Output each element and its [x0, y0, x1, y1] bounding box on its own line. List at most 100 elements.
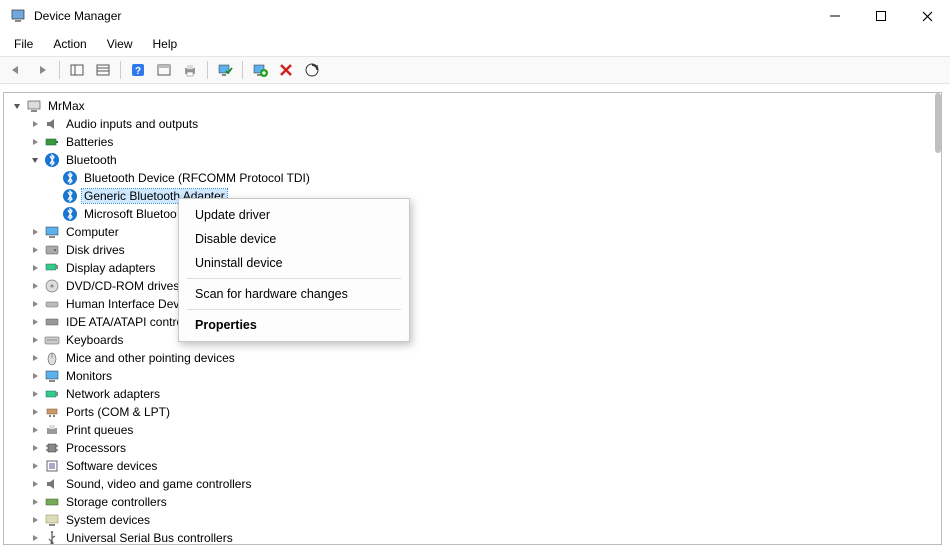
tree-node-mice[interactable]: Mice and other pointing devices [10, 349, 941, 367]
tree-label: Audio inputs and outputs [64, 117, 200, 131]
tree-node-ports[interactable]: Ports (COM & LPT) [10, 403, 941, 421]
chevron-right-icon[interactable] [28, 117, 42, 131]
delete-icon[interactable] [274, 59, 298, 81]
back-arrow-icon[interactable] [4, 59, 28, 81]
tree-node-sound[interactable]: Sound, video and game controllers [10, 475, 941, 493]
chevron-right-icon[interactable] [28, 351, 42, 365]
mouse-icon [44, 350, 60, 366]
chevron-right-icon[interactable] [28, 495, 42, 509]
battery-icon [44, 134, 60, 150]
tree-label: Keyboards [64, 333, 125, 347]
chevron-right-icon[interactable] [28, 387, 42, 401]
chevron-right-icon[interactable] [28, 423, 42, 437]
menu-action[interactable]: Action [45, 34, 94, 54]
speaker-icon [44, 116, 60, 132]
tree-node-sysdev[interactable]: System devices [10, 511, 941, 529]
chevron-right-icon[interactable] [28, 333, 42, 347]
context-disable-device[interactable]: Disable device [179, 227, 409, 251]
chevron-right-icon[interactable] [28, 243, 42, 257]
minimize-button[interactable] [812, 0, 858, 32]
list-icon[interactable] [91, 59, 115, 81]
details-icon[interactable] [152, 59, 176, 81]
help-icon[interactable]: ? [126, 59, 150, 81]
chevron-right-icon[interactable] [28, 405, 42, 419]
context-properties[interactable]: Properties [179, 313, 409, 337]
chevron-right-icon[interactable] [28, 441, 42, 455]
disc-icon [44, 278, 60, 294]
tree-label: DVD/CD-ROM drives [64, 279, 181, 293]
tree-node-ide[interactable]: IDE ATA/ATAPI contro [10, 313, 941, 331]
monitor-plus-icon[interactable] [248, 59, 272, 81]
tree-node-root[interactable]: MrMax [10, 97, 941, 115]
chevron-right-icon[interactable] [28, 315, 42, 329]
tree-label: Storage controllers [64, 495, 169, 509]
chevron-down-icon[interactable] [28, 153, 42, 167]
tree-node-printq[interactable]: Print queues [10, 421, 941, 439]
menu-help[interactable]: Help [145, 34, 186, 54]
toolbar: ? [0, 56, 950, 84]
context-uninstall-device[interactable]: Uninstall device [179, 251, 409, 275]
device-tree-panel: MrMax Audio inputs and outputs Batteries… [3, 92, 942, 545]
speaker-icon [44, 476, 60, 492]
tree-node-computer[interactable]: Computer [10, 223, 941, 241]
tree-node-monitors[interactable]: Monitors [10, 367, 941, 385]
context-update-driver[interactable]: Update driver [179, 203, 409, 227]
tree-node-batteries[interactable]: Batteries [10, 133, 941, 151]
menu-file[interactable]: File [6, 34, 41, 54]
tree-node-dvd[interactable]: DVD/CD-ROM drives [10, 277, 941, 295]
tree-label: Bluetooth [64, 153, 119, 167]
tree-node-audio[interactable]: Audio inputs and outputs [10, 115, 941, 133]
chevron-right-icon[interactable] [28, 225, 42, 239]
tree-label: MrMax [46, 99, 87, 113]
tree-node-bt-generic[interactable]: Generic Bluetooth Adapter [10, 187, 941, 205]
tree-label: System devices [64, 513, 152, 527]
chevron-right-icon[interactable] [28, 531, 42, 545]
chevron-right-icon[interactable] [28, 135, 42, 149]
chevron-right-icon[interactable] [28, 513, 42, 527]
tree-node-display[interactable]: Display adapters [10, 259, 941, 277]
menu-view[interactable]: View [99, 34, 141, 54]
chevron-right-icon[interactable] [28, 297, 42, 311]
tree-node-bluetooth[interactable]: Bluetooth [10, 151, 941, 169]
chevron-right-icon[interactable] [28, 279, 42, 293]
tree-node-disk[interactable]: Disk drives [10, 241, 941, 259]
tree-node-hid[interactable]: Human Interface Dev [10, 295, 941, 313]
bluetooth-icon [62, 206, 78, 222]
tree-node-network[interactable]: Network adapters [10, 385, 941, 403]
tree-node-processors[interactable]: Processors [10, 439, 941, 457]
ide-icon [44, 314, 60, 330]
forward-arrow-icon[interactable] [30, 59, 54, 81]
tree-node-bt-rfcomm[interactable]: Bluetooth Device (RFCOMM Protocol TDI) [10, 169, 941, 187]
chevron-right-icon[interactable] [28, 459, 42, 473]
monitor-check-icon[interactable] [213, 59, 237, 81]
svg-text:?: ? [135, 66, 141, 77]
context-scan-hardware[interactable]: Scan for hardware changes [179, 282, 409, 306]
system-device-icon [44, 512, 60, 528]
close-button[interactable] [904, 0, 950, 32]
tree-node-software[interactable]: Software devices [10, 457, 941, 475]
display-adapter-icon [44, 260, 60, 276]
disk-icon [44, 242, 60, 258]
window-controls [812, 0, 950, 32]
monitor-icon [44, 224, 60, 240]
print-icon[interactable] [178, 59, 202, 81]
tree-node-keyboards[interactable]: Keyboards [10, 331, 941, 349]
title-bar: Device Manager [0, 0, 950, 32]
tree-node-usb[interactable]: Universal Serial Bus controllers [10, 529, 941, 545]
tree-node-storagectrl[interactable]: Storage controllers [10, 493, 941, 511]
device-manager-icon [10, 8, 26, 24]
chevron-down-icon[interactable] [10, 99, 24, 113]
chevron-right-icon[interactable] [28, 261, 42, 275]
tree-label: Bluetooth Device (RFCOMM Protocol TDI) [82, 171, 312, 185]
device-tree: MrMax Audio inputs and outputs Batteries… [4, 93, 941, 545]
scan-icon[interactable] [300, 59, 324, 81]
tree-node-bt-microsoft[interactable]: Microsoft Bluetoo [10, 205, 941, 223]
chevron-right-icon[interactable] [28, 369, 42, 383]
scrollbar[interactable] [935, 93, 941, 153]
maximize-button[interactable] [858, 0, 904, 32]
chevron-right-icon[interactable] [28, 477, 42, 491]
tree-label: IDE ATA/ATAPI contro [64, 315, 185, 329]
tree-label: Network adapters [64, 387, 162, 401]
tree-label: Universal Serial Bus controllers [64, 531, 235, 545]
showhide-tree-icon[interactable] [65, 59, 89, 81]
